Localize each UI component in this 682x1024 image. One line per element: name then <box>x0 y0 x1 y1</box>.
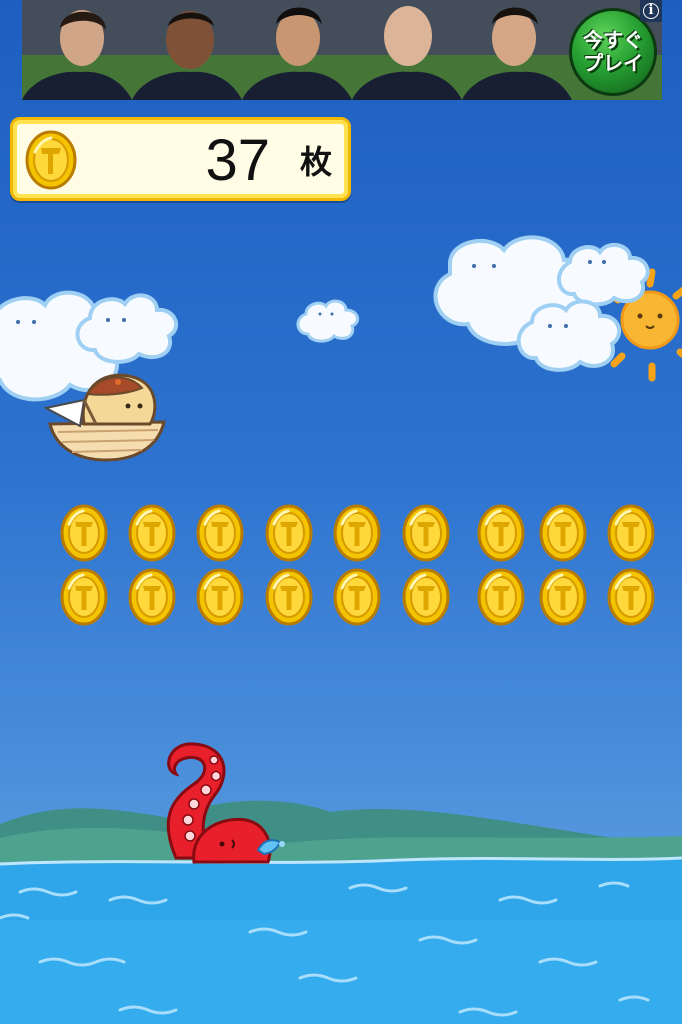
coin-icon <box>60 504 108 562</box>
coin-icon <box>539 504 587 562</box>
cloud-icon <box>296 299 360 343</box>
ad-info-button[interactable]: i <box>640 0 662 22</box>
ad-banner[interactable]: 今すぐ プレイ i <box>22 0 662 100</box>
coin-icon <box>539 568 587 626</box>
coin-icon <box>402 504 450 562</box>
coin-unit: 枚 <box>299 143 332 181</box>
coin-icon <box>128 568 176 626</box>
coin-icon <box>25 130 77 190</box>
coin-icon <box>265 568 313 626</box>
coin-icon <box>265 504 313 562</box>
coin-icon <box>128 504 176 562</box>
game-stage[interactable]: 今すぐ プレイ i 37 枚 <box>0 0 682 1024</box>
boat-icon <box>48 420 166 462</box>
octopus-enemy <box>166 742 285 864</box>
coin-icon <box>477 504 525 562</box>
ad-players-image <box>22 0 662 100</box>
coin-icon <box>196 504 244 562</box>
player-character <box>44 373 166 462</box>
coin-icon <box>333 504 381 562</box>
cloud-icon <box>516 299 622 372</box>
cloud-icon <box>557 242 650 307</box>
coin-icon <box>607 504 655 562</box>
coin-icon <box>607 568 655 626</box>
coin-icon <box>477 568 525 626</box>
play-now-label: 今すぐ プレイ <box>583 28 643 75</box>
coin-icon <box>196 568 244 626</box>
coin-counter: 37 枚 <box>10 117 351 201</box>
coin-icon <box>402 568 450 626</box>
coin-icon <box>333 568 381 626</box>
info-icon: i <box>643 3 659 19</box>
coin-count: 37 <box>205 128 270 193</box>
coin-icon <box>60 568 108 626</box>
